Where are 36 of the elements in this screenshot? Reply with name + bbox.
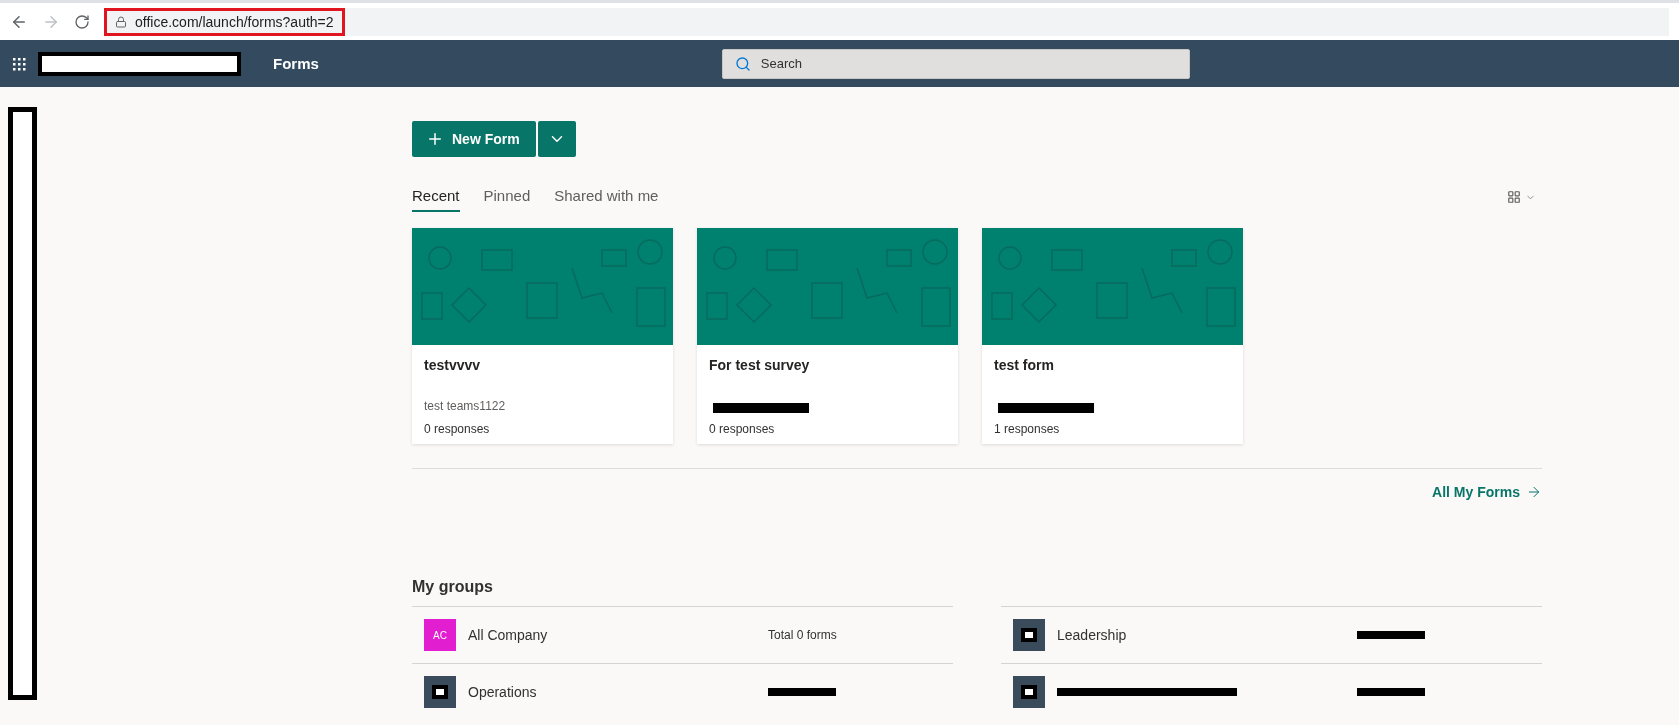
form-card[interactable]: For test survey 0 responses [697, 228, 958, 444]
group-name[interactable]: Leadership [1057, 627, 1357, 643]
tab[interactable]: Pinned [483, 187, 531, 212]
group-name[interactable]: All Company [468, 627, 768, 643]
grid-icon [1507, 190, 1521, 204]
redaction-bar [768, 688, 836, 696]
app-title: Forms [273, 55, 319, 72]
new-form-button[interactable]: New Form [412, 121, 536, 157]
form-card[interactable]: test form 1 responses [982, 228, 1243, 444]
form-title: For test survey [709, 357, 811, 373]
tab[interactable]: Shared with me [554, 187, 659, 212]
response-count: 1 responses [994, 422, 1061, 436]
section-title: My groups [412, 578, 494, 596]
tab[interactable]: Recent [412, 187, 460, 212]
plus-icon [426, 130, 444, 148]
app-launcher-icon[interactable] [12, 56, 26, 71]
group-name[interactable]: Operations [468, 684, 768, 700]
redaction-bar [1357, 631, 1425, 639]
reload-icon[interactable] [74, 13, 90, 30]
form-title: testvvvv [424, 357, 482, 373]
view-toggle[interactable] [1507, 190, 1536, 204]
search-icon [734, 55, 751, 72]
response-count: 0 responses [709, 422, 776, 436]
form-card[interactable]: testvvvv test teams1122 0 responses [412, 228, 673, 444]
form-title: test form [994, 357, 1055, 373]
search-field[interactable]: Search [721, 48, 1190, 79]
lock-icon [115, 15, 127, 28]
all-forms-link[interactable]: All My Forms [1432, 484, 1542, 500]
form-owner: test teams1122 [424, 399, 507, 413]
arrow-right-icon [1526, 484, 1542, 500]
response-count: 0 responses [424, 422, 491, 436]
dropdown-button[interactable] [537, 121, 576, 157]
redaction-bar [1357, 688, 1425, 696]
form-count: Total 0 forms [768, 628, 837, 642]
group-avatar: AC [424, 619, 456, 651]
address-bar[interactable]: office.com/launch/forms?auth=2 [104, 7, 345, 36]
